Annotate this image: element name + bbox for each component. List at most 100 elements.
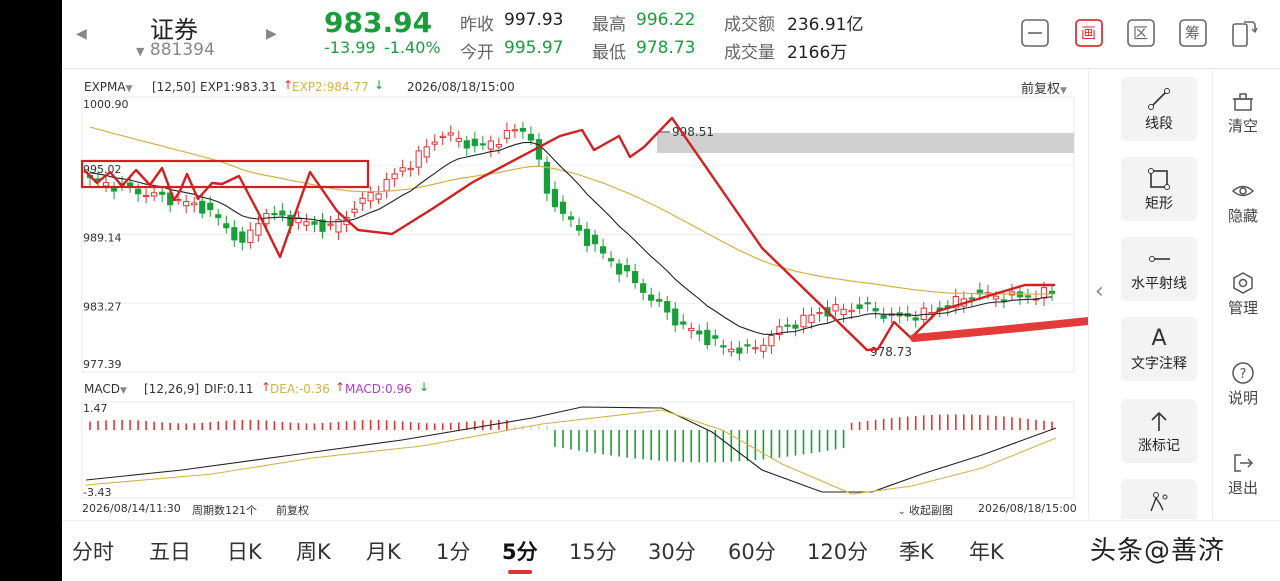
candle-body [591,234,599,245]
sub-indicator-dropdown[interactable]: MACD▼ [84,382,127,396]
candle-body [247,229,254,244]
candle-body [102,182,110,187]
candle-body [311,221,318,225]
exit-icon [1234,454,1254,472]
exit-button[interactable]: 退出 [1213,451,1273,498]
candle-body [151,192,158,197]
y-tick-label: 989.14 [83,232,122,245]
candle-body [519,127,527,132]
candle-body [688,327,695,332]
tool-text-note[interactable]: A 文字注释 [1121,317,1197,381]
candle-body [239,231,246,243]
candle-body [303,221,310,226]
candle-body [527,133,535,141]
active-tab-indicator [508,570,532,574]
candle-body [760,344,767,352]
candle-body [1024,295,1032,298]
tab-week-k[interactable]: 周K [296,536,331,566]
candle-body [624,265,631,272]
tool-rise-mark[interactable]: 涨标记 [1121,399,1197,463]
macd-y-top: 1.47 [83,402,108,415]
tab-1min[interactable]: 1分 [436,536,470,566]
candle-body [455,137,462,142]
tab-year-k[interactable]: 年K [969,536,1004,566]
tab-day-k[interactable]: 日K [227,536,262,566]
candle-body [872,308,879,312]
up-arrow-icon [1151,411,1167,431]
candle-body [784,324,791,327]
kline-chart[interactable]: 1000.90995.02989.14983.27977.39998.51978… [62,0,1092,520]
walking-figure-icon [1150,492,1168,512]
tab-15min[interactable]: 15分 [569,536,617,566]
candle-body [191,202,198,206]
exit-label: 退出 [1227,479,1258,497]
tab-timeshare[interactable]: 分时 [72,536,114,566]
candle-body [816,311,823,315]
tab-5min[interactable]: 5分 [502,536,538,566]
macd-down-arrow-icon: ↓ [419,380,430,394]
candle-body [279,210,286,216]
candle-body [135,188,142,195]
candle-body [664,301,671,313]
candle-body [808,314,815,324]
candle-body [800,314,807,328]
candle-body [856,304,863,309]
candle-body [479,143,486,146]
tool-segment[interactable]: 线段 [1121,77,1197,141]
tool-text-note-label: 文字注释 [1131,356,1187,372]
candle-body [439,135,446,139]
candle-body [463,140,470,149]
candle-body [503,129,510,139]
dea-line [85,409,1057,495]
candle-body [992,295,999,300]
candle-body [215,214,222,219]
hide-button[interactable]: 隐藏 [1213,179,1273,226]
tab-month-k[interactable]: 月K [366,536,401,566]
tool-rectangle-label: 矩形 [1145,196,1173,212]
stock-app: ◀ 证券 ▼ 881394 ▶ 983.94 -13.99 -1.40% 昨收 … [62,0,1280,581]
hide-label: 隐藏 [1227,207,1258,225]
collapse-panel-button[interactable]: ‹ [1095,279,1104,304]
manage-button[interactable]: 管理 [1213,271,1273,318]
candle-body [327,223,334,226]
tool-rectangle[interactable]: 矩形 [1121,157,1197,221]
question-icon: ? [1232,362,1254,384]
hexagon-settings-icon [1233,272,1253,294]
clear-button[interactable]: 清空 [1213,89,1273,136]
tab-60min[interactable]: 60分 [728,536,776,566]
macd-y-bottom: -3.43 [83,486,112,499]
candle-body [768,335,775,347]
candle-body [880,314,887,319]
candle-body [471,138,478,147]
candle-body [640,283,647,293]
candle-body [359,197,366,204]
zone-button[interactable]: 区 [1126,18,1156,48]
candle-body [175,199,182,202]
rotate-screen-button[interactable] [1228,18,1258,48]
collapse-sub-button[interactable]: ⌄ 收起副图 [898,502,953,518]
chip-button-label: 筹 [1185,24,1201,42]
rotate-phone-icon [1232,21,1258,47]
candle-body [511,129,518,132]
candle-body [696,330,703,335]
tab-120min[interactable]: 120分 [807,536,868,566]
candle-body [375,193,382,200]
y-tick-label: 983.27 [83,300,122,313]
annotation-brush-stroke [910,316,1092,342]
y-tick-label: 1000.90 [83,98,129,111]
candle-body [495,144,502,148]
chip-button[interactable]: 筹 [1178,18,1208,48]
tool-more[interactable] [1121,479,1197,519]
sub-indicator-name: MACD [84,382,120,396]
start-time: 2026/08/14/11:30 [82,502,181,515]
tab-season-k[interactable]: 季K [899,536,934,566]
candle-body [391,173,398,180]
candle-body [848,309,855,313]
tab-30min[interactable]: 30分 [648,536,696,566]
tool-horizontal-ray-label: 水平射线 [1131,276,1187,292]
tool-horizontal-ray[interactable]: 水平射线 [1121,237,1197,301]
tab-five-day[interactable]: 五日 [149,536,191,566]
text-a-icon: A [1151,326,1167,351]
chevron-down-icon: ▼ [119,386,127,396]
help-button[interactable]: ? 说明 [1213,361,1273,408]
